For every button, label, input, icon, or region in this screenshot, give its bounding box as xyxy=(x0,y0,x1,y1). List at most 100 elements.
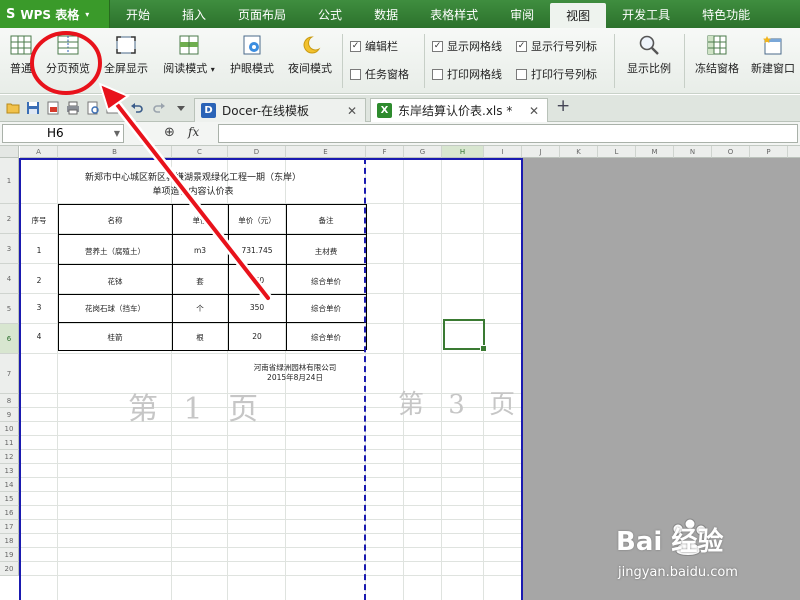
page-break-preview-button[interactable]: 分页预览 xyxy=(40,34,96,76)
checkbox-checked-icon: ✓ xyxy=(516,40,527,52)
row-header[interactable]: 20 xyxy=(0,562,19,576)
column-header[interactable]: L xyxy=(598,146,636,158)
column-header[interactable]: F xyxy=(366,146,404,158)
page-3-watermark: 第 3 页 xyxy=(398,390,524,420)
format-painter-icon[interactable] xyxy=(106,101,120,115)
night-mode-button[interactable]: 夜间模式 xyxy=(282,34,338,76)
row-header[interactable]: 19 xyxy=(0,548,19,562)
full-screen-icon xyxy=(116,36,136,54)
row-header[interactable]: 6 xyxy=(0,324,19,354)
report-date: 2015年8月24日 xyxy=(267,373,323,382)
open-folder-icon[interactable] xyxy=(6,101,20,115)
menu-data[interactable]: 数据 xyxy=(358,0,414,28)
column-header[interactable]: C xyxy=(172,146,228,158)
row-header[interactable]: 17 xyxy=(0,520,19,534)
row-header[interactable]: 9 xyxy=(0,408,19,422)
tab-workbook[interactable]: X 东岸结算认价表.xls * ✕ xyxy=(370,98,548,122)
column-header[interactable]: A xyxy=(20,146,58,158)
chevron-down-icon: ▾ xyxy=(85,9,90,19)
column-header[interactable]: Q xyxy=(788,146,800,158)
table-border xyxy=(58,264,366,265)
formula-bar-checkbox[interactable]: ✓ 编辑栏 xyxy=(350,38,398,54)
print-preview-icon[interactable] xyxy=(86,101,100,115)
eye-protection-button[interactable]: 护眼模式 xyxy=(224,34,280,76)
menu-page-layout[interactable]: 页面布局 xyxy=(222,0,302,28)
row-header[interactable]: 15 xyxy=(0,492,19,506)
reading-mode-button[interactable]: 阅读模式 ▾ xyxy=(156,34,222,76)
row-header[interactable]: 16 xyxy=(0,506,19,520)
column-header[interactable]: K xyxy=(560,146,598,158)
print-gridlines-checkbox[interactable]: 打印网格线 xyxy=(432,66,502,82)
menu-view[interactable]: 视图 xyxy=(550,3,607,28)
table-cell: 花钵 xyxy=(107,277,123,286)
menu-developer[interactable]: 开发工具 xyxy=(606,0,686,28)
row-header[interactable]: 3 xyxy=(0,234,19,264)
row-header[interactable]: 18 xyxy=(0,534,19,548)
app-menu-button[interactable]: S WPS 表格 ▾ xyxy=(0,0,110,28)
row-header[interactable]: 12 xyxy=(0,450,19,464)
table-cell: 综合单价 xyxy=(311,277,341,286)
task-pane-checkbox[interactable]: 任务窗格 xyxy=(350,66,409,82)
selected-cell-h6[interactable] xyxy=(443,319,487,352)
spreadsheet-icon: X xyxy=(377,103,392,118)
new-window-button[interactable]: 新建窗口 xyxy=(746,34,800,76)
select-all-corner[interactable] xyxy=(0,146,19,158)
chevron-down-icon: ▾ xyxy=(210,65,215,74)
print-icon[interactable] xyxy=(66,101,80,115)
chevron-down-icon[interactable]: ▼ xyxy=(114,125,120,142)
column-header[interactable]: D xyxy=(228,146,286,158)
new-tab-button[interactable]: + xyxy=(556,98,570,115)
close-icon[interactable]: ✕ xyxy=(529,104,539,118)
show-headers-checkbox[interactable]: ✓ 显示行号列标 xyxy=(516,38,597,54)
formula-input[interactable] xyxy=(218,124,798,143)
sheet-title-1: 新郑市中心城区新区郭嫌湖景观绿化工程一期（东岸） xyxy=(84,173,301,183)
close-icon[interactable]: ✕ xyxy=(347,104,357,118)
column-header[interactable]: E xyxy=(286,146,366,158)
row-header[interactable]: 11 xyxy=(0,436,19,450)
menu-table-style[interactable]: 表格样式 xyxy=(414,0,494,28)
tab-docer[interactable]: D Docer-在线模板 ✕ xyxy=(194,98,366,122)
freeze-panes-button[interactable]: 冻结窗格 xyxy=(690,34,744,76)
zoom-icon[interactable]: ⊕ xyxy=(164,125,175,140)
name-box[interactable]: H6 ▼ xyxy=(2,124,124,143)
menu-insert[interactable]: 插入 xyxy=(166,0,222,28)
row-header[interactable]: 8 xyxy=(0,394,19,408)
column-header[interactable]: M xyxy=(636,146,674,158)
undo-icon[interactable] xyxy=(130,101,144,115)
row-header[interactable]: 2 xyxy=(0,204,19,234)
freeze-panes-label: 冻结窗格 xyxy=(695,62,739,75)
menu-home[interactable]: 开始 xyxy=(110,0,166,28)
menu-formulas[interactable]: 公式 xyxy=(302,0,358,28)
column-header[interactable]: I xyxy=(484,146,522,158)
checkbox-empty-icon xyxy=(350,68,361,80)
save-icon[interactable] xyxy=(26,101,40,115)
row-header[interactable]: 1 xyxy=(0,158,19,204)
menu-special[interactable]: 特色功能 xyxy=(686,0,766,28)
export-pdf-icon[interactable] xyxy=(46,101,60,115)
column-header[interactable]: P xyxy=(750,146,788,158)
table-cell: 综合单价 xyxy=(311,304,341,313)
page-break-line[interactable] xyxy=(364,158,366,600)
menu-review[interactable]: 审阅 xyxy=(494,0,550,28)
column-header[interactable]: G xyxy=(404,146,442,158)
show-gridlines-checkbox[interactable]: ✓ 显示网格线 xyxy=(432,38,502,54)
column-header[interactable]: O xyxy=(712,146,750,158)
column-header[interactable]: H xyxy=(442,146,484,158)
zoom-button[interactable]: 显示比例 xyxy=(620,34,678,76)
row-header[interactable]: 10 xyxy=(0,422,19,436)
print-headers-checkbox[interactable]: 打印行号列标 xyxy=(516,66,597,82)
column-header[interactable]: N xyxy=(674,146,712,158)
redo-icon[interactable] xyxy=(152,101,166,115)
row-header[interactable]: 13 xyxy=(0,464,19,478)
normal-view-button[interactable]: 普通 xyxy=(4,34,38,76)
row-header[interactable]: 7 xyxy=(0,354,19,394)
row-header[interactable]: 14 xyxy=(0,478,19,492)
column-header[interactable]: B xyxy=(58,146,172,158)
fx-icon[interactable]: fx xyxy=(188,125,199,139)
row-header[interactable]: 4 xyxy=(0,264,19,294)
customize-toolbar-icon[interactable] xyxy=(174,101,188,115)
column-header[interactable]: J xyxy=(522,146,560,158)
full-screen-button[interactable]: 全屏显示 xyxy=(98,34,154,76)
row-header[interactable]: 5 xyxy=(0,294,19,324)
table-cell: 4 xyxy=(36,332,42,341)
